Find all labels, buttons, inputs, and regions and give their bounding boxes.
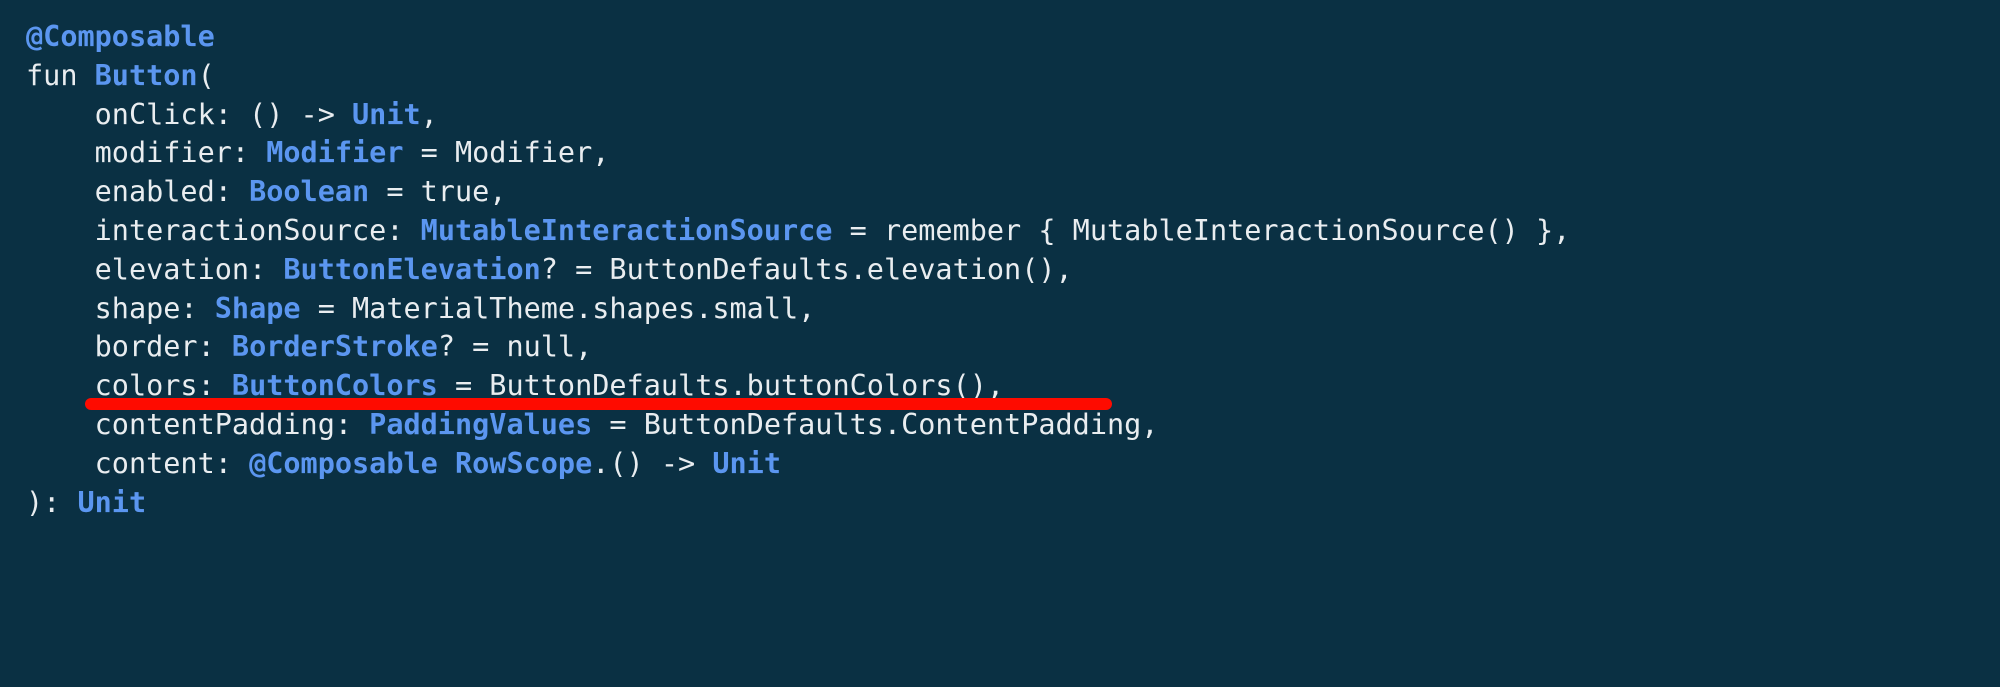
code-token-keyword: Modifier [266,136,404,170]
red-underline-annotation [85,398,1112,410]
code-token-plain: modifier: [26,136,267,170]
code-token-keyword: Unit [352,97,421,131]
code-token-plain: border: [26,330,232,364]
code-line: fun Button( [26,57,1570,96]
code-token-plain: fun [26,58,95,92]
code-token-plain: enabled: [26,175,250,209]
code-token-plain: shape: [26,291,215,325]
code-line: interactionSource: MutableInteractionSou… [26,212,1571,251]
code-token-keyword: PaddingValues [369,407,593,441]
code-token-plain: .() -> [592,446,713,480]
code-line: elevation: ButtonElevation? = ButtonDefa… [26,251,1570,290]
code-token-keyword: Unit [712,446,781,480]
code-snippet-screenshot: @Composable fun Button( onClick: () -> Un… [0,0,2000,687]
code-token-plain: content: [26,446,250,480]
code-token-keyword: @Composable RowScope [249,446,593,480]
code-line: shape: Shape = MaterialTheme.shapes.smal… [26,290,1570,329]
code-token-keyword: BorderStroke [231,330,438,364]
code-token-plain: = ButtonDefaults.ContentPadding, [592,407,1159,441]
code-token-plain: = MaterialTheme.shapes.small, [300,291,816,325]
code-token-keyword: Boolean [249,175,370,209]
code-token-plain: ): [26,485,78,519]
code-token-plain: interactionSource: [26,213,421,247]
code-token-plain: ? = ButtonDefaults.elevation(), [540,252,1073,286]
code-token-plain: = remember { MutableInteractionSource() … [832,213,1571,247]
code-line: enabled: Boolean = true, [26,173,1570,212]
code-block: @Composable fun Button( onClick: () -> Un… [26,18,1570,522]
code-token-keyword: MutableInteractionSource [420,213,833,247]
code-token-keyword: @Composable [26,20,215,53]
code-line: onClick: () -> Unit, [26,96,1570,135]
code-token-keyword: ButtonElevation [283,252,541,286]
code-token-plain: ? = null, [437,330,593,364]
code-line: border: BorderStroke? = null, [26,328,1570,367]
code-token-plain: onClick: () -> [26,97,353,131]
code-line: ): Unit [26,484,1570,523]
code-line: @Composable [26,18,1570,57]
code-line: content: @Composable RowScope.() -> Unit [26,445,1570,484]
code-token-keyword: Unit [77,485,147,519]
code-token-plain: elevation: [26,252,284,286]
code-token-plain: contentPadding: [26,407,370,441]
code-line: contentPadding: PaddingValues = ButtonDe… [26,406,1570,445]
code-token-plain: = true, [369,175,507,209]
code-token-keyword: Shape [214,291,301,325]
code-token-plain: = Modifier, [403,136,610,170]
code-token-plain: ( [197,58,215,92]
code-token-keyword: Button [94,58,198,92]
code-line: modifier: Modifier = Modifier, [26,134,1570,173]
code-token-plain: , [420,97,438,131]
